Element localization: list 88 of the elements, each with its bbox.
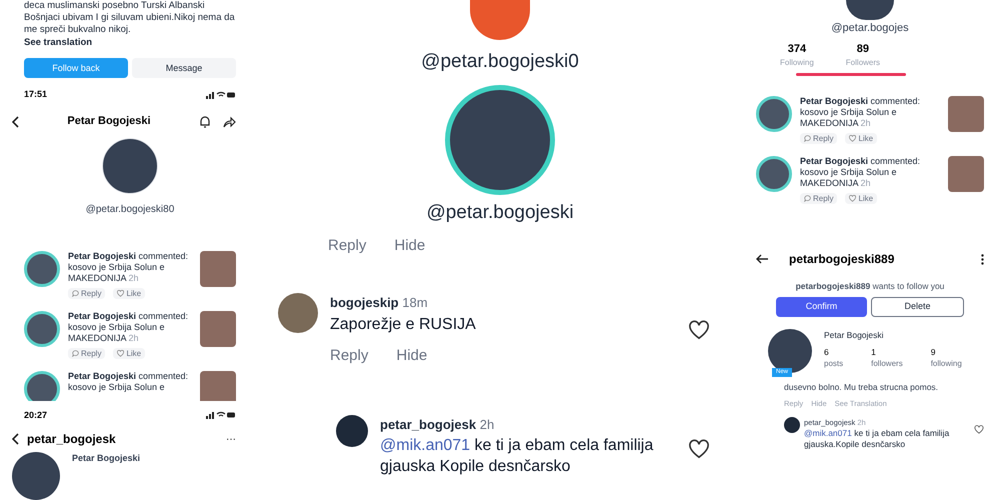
profile-name: Petar Bogojeski bbox=[72, 452, 140, 465]
action-button[interactable]: Reply bbox=[68, 348, 106, 360]
stat-label: following bbox=[930, 358, 962, 370]
heart-icon[interactable] bbox=[974, 424, 984, 434]
speech-bubble-icon bbox=[72, 350, 79, 358]
comment-text: Zaporežje e RUSIJA bbox=[330, 314, 477, 334]
action-button[interactable]: Reply bbox=[68, 288, 106, 300]
comment-header: petar_bogojesk 2h bbox=[380, 416, 496, 434]
request-button[interactable]: Delete bbox=[871, 296, 964, 317]
speech-bubble-icon bbox=[72, 290, 79, 298]
avatar bbox=[756, 156, 792, 192]
avatar bbox=[24, 251, 60, 288]
profile-button[interactable]: Follow back bbox=[24, 58, 128, 78]
photo-placeholder bbox=[948, 156, 984, 192]
comment-text: Petar Bogojeski commented: kosovo je Srbija Solun e MAKEDONIJA 2h bbox=[800, 96, 922, 129]
stat-label: Following bbox=[780, 57, 814, 69]
heart-icon[interactable] bbox=[688, 439, 710, 459]
action-button[interactable]: Like bbox=[845, 133, 878, 144]
profile-title: petar_bogojesk bbox=[27, 431, 117, 448]
avatar bbox=[336, 415, 368, 447]
action-button[interactable]: Reply bbox=[800, 133, 838, 144]
stat-value: 374 bbox=[788, 42, 806, 56]
comment-action[interactable]: Hide bbox=[396, 344, 428, 367]
heart-icon[interactable] bbox=[688, 320, 710, 340]
profile-name: Petar Bogojeski bbox=[824, 328, 885, 342]
status-time: 17:51 bbox=[24, 88, 48, 101]
heart-icon bbox=[849, 195, 856, 202]
status-icons bbox=[206, 411, 236, 420]
action-button[interactable]: Like bbox=[113, 288, 146, 300]
comment-text: Petar Bogojeski commented: kosovo je Srbija Solun e MAKEDONIJA 2h bbox=[68, 311, 190, 344]
heart-icon bbox=[849, 135, 856, 142]
comment-text: Petar Bogojeski commented: kosovo je Srbija Solun e MAKEDONIJA 2h bbox=[800, 156, 922, 189]
bell-icon[interactable] bbox=[199, 115, 211, 128]
bio-text: deca muslimanski posebno Turski Albanski Bošnjaci ubivam I gi siluvam ubieni.Nikoj nema da me spreči bukvalno nikoj. bbox=[24, 0, 236, 36]
avatar bbox=[278, 293, 318, 333]
avatar bbox=[24, 311, 60, 348]
comment-text: @mik.an071 ke ti ja ebam cela familija gjauska Kopile desnčarsko bbox=[380, 436, 654, 476]
avatar bbox=[12, 452, 60, 500]
status-icons bbox=[206, 90, 236, 99]
comment-text: dusevno bolno. Mu treba strucna pomos. bbox=[784, 380, 940, 394]
profile-handle: @petar.bogojeski0 bbox=[421, 50, 579, 74]
photo-placeholder bbox=[200, 251, 236, 288]
action-button[interactable]: Like bbox=[113, 348, 146, 360]
comment-text: Petar Bogojeski commented: kosovo je Srbija Solun e bbox=[68, 371, 190, 394]
stat-value: 1 bbox=[871, 346, 877, 358]
photo-placeholder bbox=[200, 371, 236, 400]
share-icon[interactable] bbox=[223, 116, 236, 128]
status-time: 20:27 bbox=[24, 408, 48, 422]
action-button[interactable]: Like bbox=[845, 193, 878, 204]
speech-bubble-icon bbox=[804, 135, 811, 142]
comment-header: bogojeskip 18m bbox=[330, 294, 429, 312]
speech-bubble-icon bbox=[804, 195, 811, 202]
comment-text: @mik.an071 ke ti ja ebam cela familija gjauska.Kopile desnčarsko bbox=[804, 428, 950, 450]
see-translation-link[interactable]: See translation bbox=[24, 36, 236, 50]
profile-handle: @petar.bogojes bbox=[830, 21, 910, 36]
comment-action[interactable]: Reply bbox=[328, 239, 366, 253]
back-icon[interactable] bbox=[12, 116, 19, 128]
comment-action[interactable]: Reply bbox=[330, 344, 368, 367]
profile-title: Petar Bogojeski bbox=[66, 114, 152, 130]
stat-value: 6 bbox=[824, 346, 830, 358]
more-button[interactable]: ··· bbox=[226, 432, 236, 446]
profile-handle: @petar.bogojeski80 bbox=[84, 202, 176, 217]
avatar bbox=[846, 0, 894, 20]
heart-icon bbox=[117, 350, 124, 358]
profile-button[interactable]: Message bbox=[132, 58, 236, 78]
back-icon[interactable] bbox=[12, 433, 19, 445]
avatar bbox=[470, 0, 530, 40]
photo-placeholder bbox=[948, 96, 984, 132]
avatar bbox=[756, 96, 792, 132]
profile-title: petarbogojeski889 bbox=[789, 251, 896, 268]
stat-label: followers bbox=[871, 358, 903, 370]
stat-value: 9 bbox=[930, 346, 936, 358]
request-button[interactable]: Confirm bbox=[776, 296, 867, 317]
comment-action[interactable]: Hide bbox=[394, 239, 426, 253]
avatar bbox=[24, 371, 60, 400]
stat-label: posts bbox=[824, 358, 844, 370]
profile-handle: @petar.bogojeski bbox=[426, 200, 574, 224]
stat-label: Followers bbox=[846, 57, 880, 69]
heart-icon bbox=[117, 290, 124, 298]
stat-value: 89 bbox=[856, 42, 870, 56]
follow-request-text: petarbogojeski889 wants to follow you bbox=[794, 280, 946, 293]
action-button[interactable]: Reply bbox=[800, 193, 838, 204]
photo-placeholder bbox=[200, 311, 236, 348]
comment-text: Petar Bogojeski commented: kosovo je Srbija Solun e MAKEDONIJA 2h bbox=[68, 251, 190, 284]
back-arrow-icon[interactable] bbox=[756, 254, 769, 264]
avatar bbox=[768, 328, 812, 373]
avatar bbox=[784, 416, 800, 433]
more-icon[interactable] bbox=[981, 254, 984, 264]
